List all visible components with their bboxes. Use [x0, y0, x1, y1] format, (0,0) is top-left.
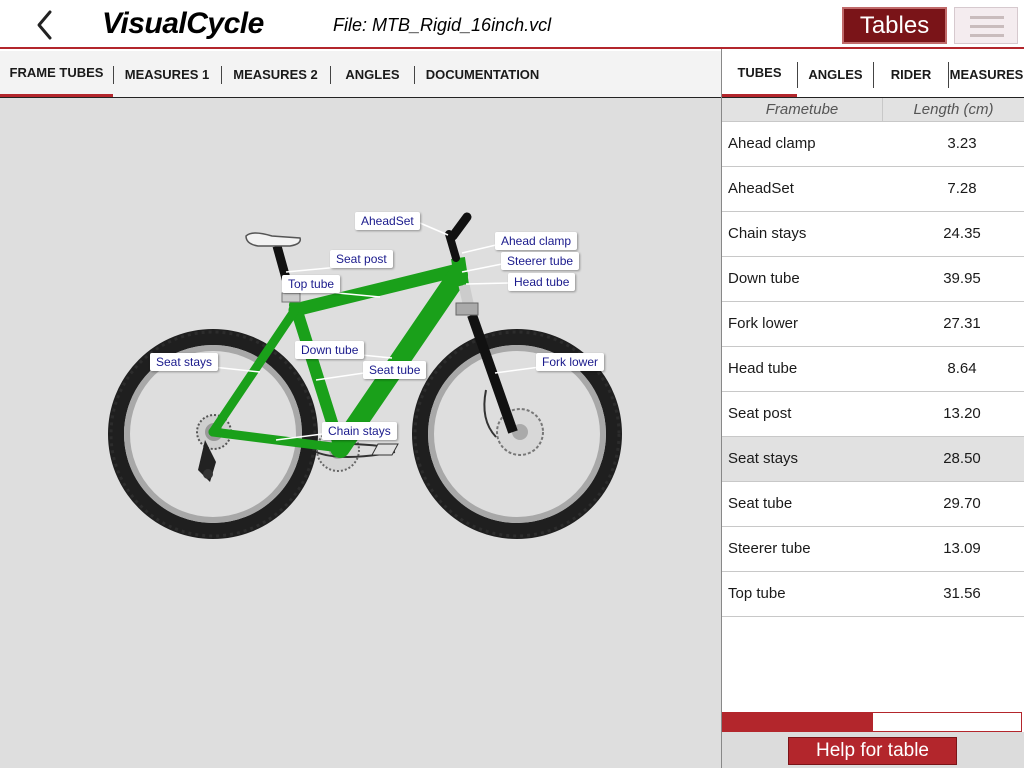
tube-length: 24.35 [943, 225, 981, 242]
table-row[interactable]: Seat stays 28.50 [722, 437, 1024, 482]
bike-canvas[interactable]: AheadSet Seat post Top tube Ahead clamp … [0, 98, 721, 768]
table-row[interactable]: Seat tube 29.70 [722, 482, 1024, 527]
tube-name: Steerer tube [728, 540, 811, 557]
label-seat-post[interactable]: Seat post [330, 250, 393, 268]
table-row[interactable]: Ahead clamp 3.23 [722, 122, 1024, 167]
tab-tubes[interactable]: TUBES [722, 51, 797, 97]
tables-button[interactable]: Tables [842, 7, 947, 44]
column-header-length[interactable]: Length (cm) [882, 98, 1024, 122]
label-seat-stays[interactable]: Seat stays [150, 353, 219, 371]
tube-name: Ahead clamp [728, 135, 816, 152]
label-head-tube[interactable]: Head tube [508, 273, 576, 291]
tab-measures-1[interactable]: MEASURES 1 [114, 51, 220, 97]
tube-name: Seat tube [728, 495, 793, 512]
tube-length: 28.50 [943, 450, 981, 467]
label-steerer-tube[interactable]: Steerer tube [501, 252, 580, 270]
top-bar: VisualCycle File: MTB_Rigid_16inch.vcl T… [0, 0, 1024, 49]
tube-length: 39.95 [943, 270, 981, 287]
head-tube [451, 256, 469, 287]
tube-length: 7.28 [947, 180, 977, 197]
tab-measures[interactable]: MEASURES [949, 51, 1024, 97]
left-tab-bar: FRAME TUBES MEASURES 1 MEASURES 2 ANGLES… [0, 51, 721, 98]
table-row[interactable]: Down tube 39.95 [722, 257, 1024, 302]
right-tab-bar: TUBES ANGLES RIDER MEASURES [722, 51, 1024, 98]
tube-name: Fork lower [728, 315, 799, 332]
label-aheadset[interactable]: AheadSet [355, 212, 420, 230]
tab-angles[interactable]: ANGLES [331, 51, 414, 97]
tube-name: Chain stays [728, 225, 807, 242]
tube-length: 27.31 [943, 315, 981, 332]
back-chevron-icon[interactable] [30, 8, 60, 42]
table-row[interactable]: Chain stays 24.35 [722, 212, 1024, 257]
tube-length: 3.23 [947, 135, 977, 152]
table-row[interactable]: Top tube 31.56 [722, 572, 1024, 617]
app-title: VisualCycle [102, 7, 264, 40]
tab-rider[interactable]: RIDER [874, 51, 948, 97]
tube-length: 8.64 [947, 360, 977, 377]
label-ahead-clamp[interactable]: Ahead clamp [495, 232, 578, 250]
table-row[interactable]: Seat post 13.20 [722, 392, 1024, 437]
label-top-tube[interactable]: Top tube [282, 275, 341, 293]
tab-measures-2[interactable]: MEASURES 2 [222, 51, 329, 97]
tube-name: Seat stays [728, 450, 799, 467]
tube-table: Ahead clamp 3.23 AheadSet 7.28 Chain stays 24… [722, 122, 1024, 617]
tab-table-angles[interactable]: ANGLES [798, 51, 873, 97]
table-row[interactable]: AheadSet 7.28 [722, 167, 1024, 212]
column-header-frametube[interactable]: Frametube [722, 101, 882, 118]
label-chain-stays[interactable]: Chain stays [322, 422, 397, 440]
tab-frame-tubes[interactable]: FRAME TUBES [0, 51, 113, 97]
tube-name: Seat post [728, 405, 792, 422]
label-fork-lower[interactable]: Fork lower [536, 353, 605, 371]
help-for-table-button[interactable]: Help for table [788, 737, 957, 765]
tab-documentation[interactable]: DOCUMENTATION [415, 51, 550, 97]
label-down-tube[interactable]: Down tube [295, 341, 365, 359]
tube-length: 29.70 [943, 495, 981, 512]
table-row[interactable]: Head tube 8.64 [722, 347, 1024, 392]
table-row[interactable]: Fork lower 27.31 [722, 302, 1024, 347]
table-row[interactable]: Steerer tube 13.09 [722, 527, 1024, 572]
hamburger-menu-icon[interactable] [954, 7, 1018, 44]
horizontal-scrollbar[interactable] [722, 712, 1022, 732]
table-header: Frametube Length (cm) [722, 98, 1024, 122]
file-name: File: MTB_Rigid_16inch.vcl [333, 15, 552, 35]
tube-name: Down tube [728, 270, 800, 287]
tube-name: Top tube [728, 585, 786, 602]
tube-length: 13.20 [943, 405, 981, 422]
tube-name: Head tube [728, 360, 798, 377]
tube-name: AheadSet [728, 180, 794, 197]
label-seat-tube[interactable]: Seat tube [363, 361, 427, 379]
scrollbar-thumb[interactable] [723, 713, 873, 731]
tube-length: 31.56 [943, 585, 981, 602]
tube-length: 13.09 [943, 540, 981, 557]
